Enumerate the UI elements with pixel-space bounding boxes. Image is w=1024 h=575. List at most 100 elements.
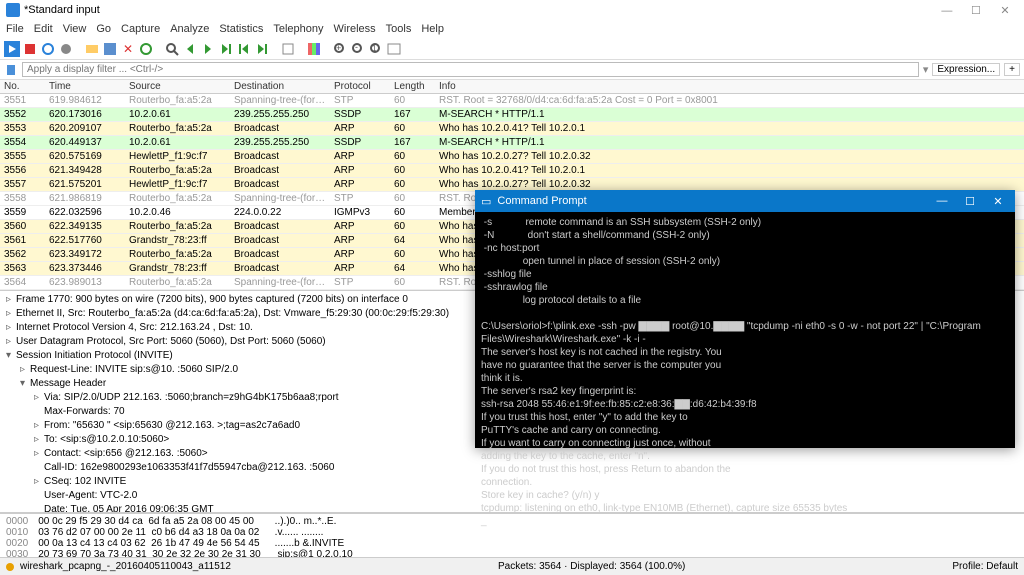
- status-profile[interactable]: Profile: Default: [952, 561, 1018, 572]
- callid[interactable]: Call-ID: 162e9800293e1063353f41f7d55947c…: [44, 462, 334, 473]
- cell-len: 60: [390, 164, 435, 177]
- cell-no: 3561: [0, 234, 45, 247]
- cell-time: 620.209107: [45, 122, 125, 135]
- frame-line[interactable]: Frame 1770: 900 bytes on wire (7200 bits…: [16, 294, 408, 305]
- zoom-reset-icon[interactable]: 1: [368, 41, 384, 57]
- col-time[interactable]: Time: [45, 80, 125, 93]
- stop-capture-icon[interactable]: [22, 41, 38, 57]
- go-first-icon[interactable]: [236, 41, 252, 57]
- col-source[interactable]: Source: [125, 80, 230, 93]
- date[interactable]: Date: Tue, 05 Apr 2016 09:06:35 GMT: [44, 504, 214, 513]
- cell-no: 3557: [0, 178, 45, 191]
- maxfwd[interactable]: Max-Forwards: 70: [44, 406, 125, 417]
- menu-help[interactable]: Help: [421, 23, 444, 35]
- eth-line[interactable]: Ethernet II, Src: Routerbo_fa:a5:2a (d4:…: [16, 308, 449, 319]
- window-minimize-button[interactable]: —: [934, 5, 960, 17]
- add-filter-button[interactable]: +: [1004, 63, 1020, 76]
- capture-options-icon[interactable]: [58, 41, 74, 57]
- packet-row[interactable]: 3556621.349428Routerbo_fa:a5:2aBroadcast…: [0, 164, 1024, 178]
- cmd-close-button[interactable]: ✕: [987, 195, 1009, 208]
- menu-capture[interactable]: Capture: [121, 23, 160, 35]
- zoom-out-icon[interactable]: -: [350, 41, 366, 57]
- udp-line[interactable]: User Datagram Protocol, Src Port: 5060 (…: [16, 336, 326, 347]
- packet-row[interactable]: 3554620.44913710.2.0.61239.255.255.250SS…: [0, 136, 1024, 150]
- status-bar: wireshark_pcapng_-_20160405110043_a11512…: [0, 557, 1024, 575]
- cell-time: 621.575201: [45, 178, 125, 191]
- cell-time: 622.349135: [45, 220, 125, 233]
- go-to-packet-icon[interactable]: [218, 41, 234, 57]
- col-no[interactable]: No.: [0, 80, 45, 93]
- menu-go[interactable]: Go: [96, 23, 111, 35]
- to[interactable]: To: <sip:s@10.2.0.10:5060>: [44, 434, 169, 445]
- cell-src: HewlettP_f1:9c:f7: [125, 178, 230, 191]
- close-file-icon[interactable]: ✕: [120, 41, 136, 57]
- open-file-icon[interactable]: [84, 41, 100, 57]
- col-length[interactable]: Length: [390, 80, 435, 93]
- packet-row[interactable]: 3551619.984612Routerbo_fa:a5:2aSpanning-…: [0, 94, 1024, 108]
- cell-proto: ARP: [330, 220, 390, 233]
- expert-info-icon[interactable]: [6, 563, 14, 571]
- colorize-icon[interactable]: [306, 41, 322, 57]
- col-destination[interactable]: Destination: [230, 80, 330, 93]
- sip-line[interactable]: Session Initiation Protocol (INVITE): [16, 350, 173, 361]
- packet-row[interactable]: 3555620.575169HewlettP_f1:9c:f7Broadcast…: [0, 150, 1024, 164]
- expression-button[interactable]: Expression...: [932, 63, 1000, 76]
- cell-no: 3564: [0, 276, 45, 289]
- col-info[interactable]: Info: [435, 80, 1024, 93]
- filter-dropdown-icon[interactable]: ▾: [923, 63, 929, 76]
- display-filter-input[interactable]: [22, 62, 919, 77]
- resize-columns-icon[interactable]: [386, 41, 402, 57]
- cmd-maximize-button[interactable]: ☐: [959, 195, 981, 208]
- menu-statistics[interactable]: Statistics: [219, 23, 263, 35]
- menu-analyze[interactable]: Analyze: [170, 23, 209, 35]
- menu-wireless[interactable]: Wireless: [334, 23, 376, 35]
- bookmark-icon[interactable]: [4, 63, 18, 77]
- cell-proto: ARP: [330, 178, 390, 191]
- cell-dst: Spanning-tree-(for-…: [230, 94, 330, 107]
- reqline[interactable]: Request-Line: INVITE sip:s@10. :5060 SIP…: [30, 364, 238, 375]
- auto-scroll-icon[interactable]: [280, 41, 296, 57]
- window-maximize-button[interactable]: ☐: [963, 4, 989, 17]
- cell-src: 10.2.0.46: [125, 206, 230, 219]
- go-forward-icon[interactable]: [200, 41, 216, 57]
- reload-file-icon[interactable]: [138, 41, 154, 57]
- cell-len: 64: [390, 234, 435, 247]
- via[interactable]: Via: SIP/2.0/UDP 212.163. :5060;branch=z…: [44, 392, 339, 403]
- ip-line[interactable]: Internet Protocol Version 4, Src: 212.16…: [16, 322, 253, 333]
- start-capture-icon[interactable]: [4, 41, 20, 57]
- menu-view[interactable]: View: [63, 23, 87, 35]
- menu-telephony[interactable]: Telephony: [273, 23, 323, 35]
- restart-capture-icon[interactable]: [40, 41, 56, 57]
- cell-len: 60: [390, 150, 435, 163]
- msghdr[interactable]: Message Header: [30, 378, 106, 389]
- menu-file[interactable]: File: [6, 23, 24, 35]
- cell-proto: ARP: [330, 248, 390, 261]
- go-last-icon[interactable]: [254, 41, 270, 57]
- find-packet-icon[interactable]: [164, 41, 180, 57]
- cseq[interactable]: CSeq: 102 INVITE: [44, 476, 126, 487]
- window-close-button[interactable]: ✕: [992, 4, 1018, 17]
- cell-src: HewlettP_f1:9c:f7: [125, 150, 230, 163]
- command-prompt-window[interactable]: ▭ Command Prompt — ☐ ✕ -s remote command…: [475, 190, 1015, 448]
- save-file-icon[interactable]: [102, 41, 118, 57]
- cell-proto: SSDP: [330, 108, 390, 121]
- from[interactable]: From: "65630 " <sip:65630 @212.163. >;ta…: [44, 420, 300, 431]
- contact[interactable]: Contact: <sip:656 @212.163. :5060>: [44, 448, 208, 459]
- cell-time: 620.575169: [45, 150, 125, 163]
- cell-time: 620.449137: [45, 136, 125, 149]
- cell-dst: Broadcast: [230, 248, 330, 261]
- go-back-icon[interactable]: [182, 41, 198, 57]
- packet-row[interactable]: 3553620.209107Routerbo_fa:a5:2aBroadcast…: [0, 122, 1024, 136]
- cmd-title-bar[interactable]: ▭ Command Prompt — ☐ ✕: [475, 190, 1015, 212]
- cell-dst: Broadcast: [230, 262, 330, 275]
- menu-edit[interactable]: Edit: [34, 23, 53, 35]
- cell-len: 60: [390, 94, 435, 107]
- menu-tools[interactable]: Tools: [386, 23, 412, 35]
- cmd-minimize-button[interactable]: —: [931, 195, 953, 208]
- cmd-output[interactable]: -s remote command is an SSH subsystem (S…: [475, 212, 1015, 532]
- cell-src: Routerbo_fa:a5:2a: [125, 192, 230, 205]
- zoom-in-icon[interactable]: +: [332, 41, 348, 57]
- packet-row[interactable]: 3552620.17301610.2.0.61239.255.255.250SS…: [0, 108, 1024, 122]
- ua[interactable]: User-Agent: VTC-2.0: [44, 490, 137, 501]
- col-protocol[interactable]: Protocol: [330, 80, 390, 93]
